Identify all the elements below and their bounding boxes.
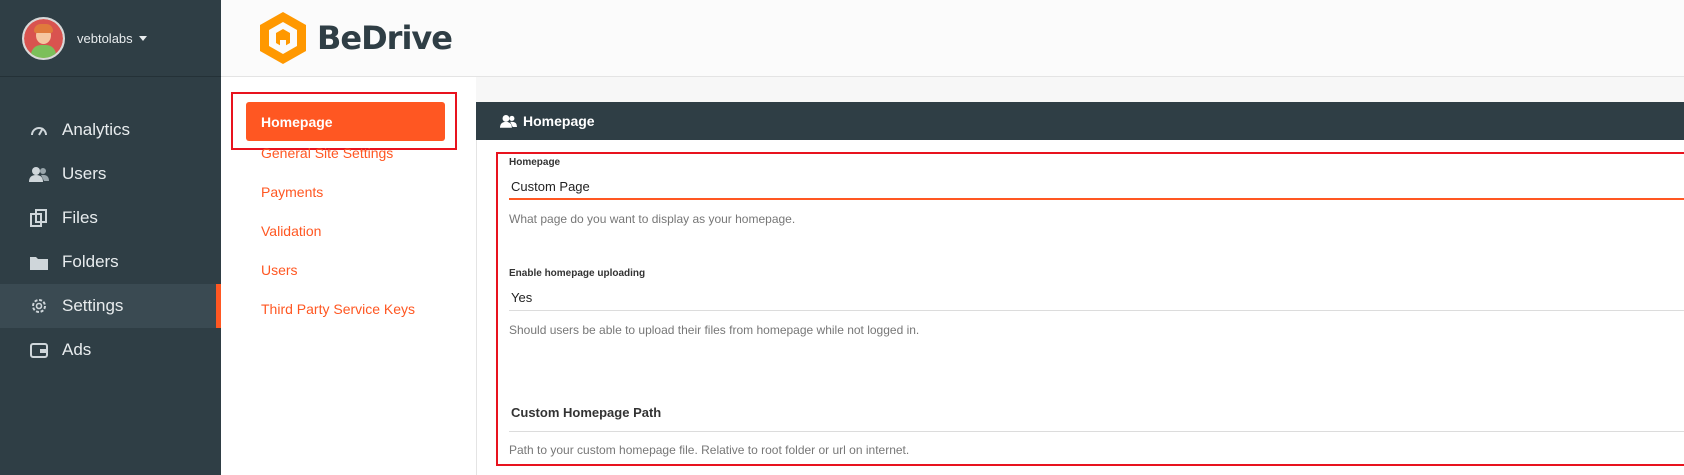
sidebar-item-label: Analytics [62,120,131,139]
sidebar-item-label: Folders [62,252,119,271]
sidebar-item-label: Settings [62,296,124,315]
homepage-select-underline [509,198,1684,200]
subnav-item-validation[interactable]: Validation [261,223,321,239]
uploading-field-label: Enable homepage uploading [509,268,646,279]
sidebar-item-users[interactable]: Users [0,152,221,196]
top-header: BeDrive [221,0,1684,77]
username: vebtolabs [77,30,133,46]
subnav-item-payments[interactable]: Payments [261,184,323,200]
caret-down-icon [138,35,147,41]
sidebar-item-files[interactable]: Files [0,196,221,240]
panel-header: Homepage [476,102,1684,140]
uploading-help-text: Should users be able to upload their fil… [509,323,920,337]
uploading-select[interactable]: Yes [511,290,532,305]
folder-icon [28,253,50,271]
subnav-item-homepage[interactable]: Homepage [246,102,445,141]
subnav-item-general-site-settings[interactable]: General Site Settings [261,145,393,161]
settings-subnav: Homepage General Site Settings Payments … [221,77,476,475]
custom-path-input[interactable] [509,431,1684,432]
sidebar-item-analytics[interactable]: Analytics [0,108,221,152]
ads-icon [28,341,50,359]
sidebar-item-ads[interactable]: Ads [0,328,221,372]
files-icon [28,209,50,227]
sidebar: vebtolabs Analytics Users Files Folders … [0,0,221,475]
sidebar-nav: Analytics Users Files Folders Settings A… [0,108,221,372]
sidebar-item-label: Users [62,164,107,183]
subnav-item-third-party-service-keys[interactable]: Third Party Service Keys [261,301,415,317]
custom-path-title: Custom Homepage Path [511,405,662,420]
sidebar-item-label: Files [62,208,98,227]
user-menu[interactable]: vebtolabs [0,0,221,77]
gauge-icon [28,121,50,139]
homepage-field-label: Homepage [509,157,561,168]
sidebar-item-label: Ads [62,340,92,359]
panel-title: Homepage [523,113,595,129]
sidebar-item-folders[interactable]: Folders [0,240,221,284]
subnav-item-users[interactable]: Users [261,262,298,278]
avatar [22,16,65,60]
users-icon [28,165,50,183]
logo-icon [255,10,311,66]
homepage-select[interactable]: Custom Page [511,179,590,194]
uploading-select-underline [509,310,1684,311]
sidebar-item-settings[interactable]: Settings [0,284,221,328]
logo-text: BeDrive [317,19,453,57]
homepage-help-text: What page do you want to display as your… [509,212,796,226]
gear-icon [28,297,50,315]
custom-path-help-text: Path to your custom homepage file. Relat… [509,443,910,457]
users-icon [500,114,517,128]
